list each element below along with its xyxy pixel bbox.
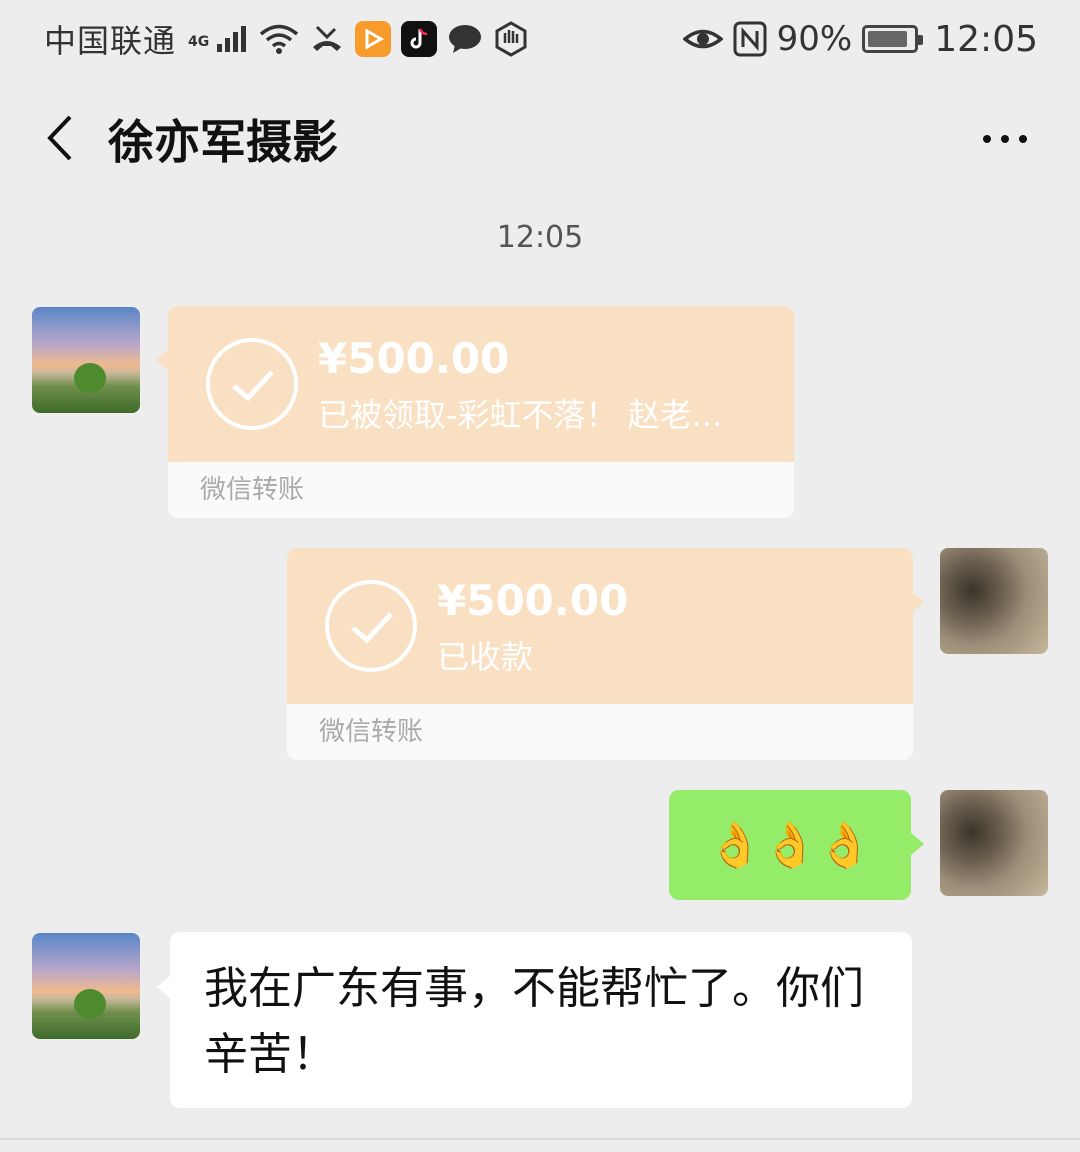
video-app-icon <box>355 21 392 57</box>
more-button[interactable] <box>970 114 1040 164</box>
chevron-left-icon <box>47 115 72 161</box>
hand-icon <box>493 21 529 57</box>
chat-title: 徐亦军摄影 <box>108 115 338 169</box>
avatar-tree <box>74 363 106 393</box>
transfer-body: ¥500.00 已收款 <box>287 548 913 704</box>
back-button[interactable] <box>30 108 90 168</box>
transfer-note: 已被领取-彩虹不落！ 赵老... <box>318 396 723 434</box>
message-icon <box>447 23 483 55</box>
avatar[interactable] <box>940 548 1048 654</box>
transfer-card[interactable]: ¥500.00 已被领取-彩虹不落！ 赵老... 微信转账 <box>168 306 794 518</box>
status-left: 中国联通 4G <box>44 16 529 62</box>
message-text-line: 辛苦！ <box>204 1029 336 1080</box>
chat-header: 徐亦军摄影 <box>0 78 1080 198</box>
more-icon <box>983 135 991 143</box>
message-bubble[interactable]: 我在广东有事，不能帮忙了。你们 辛苦！ <box>170 932 912 1108</box>
transfer-amount: ¥500.00 <box>437 576 629 625</box>
missed-call-icon <box>309 23 345 55</box>
check-icon <box>206 338 298 430</box>
carrier-label: 中国联通 <box>44 22 177 60</box>
message-text-line: 我在广东有事，不能帮忙了。你们 <box>204 963 864 1014</box>
status-bar: 中国联通 4G 90% 12:05 <box>0 0 1080 78</box>
transfer-footer: 微信转账 <box>168 462 794 518</box>
transfer-footer: 微信转账 <box>287 704 913 760</box>
avatar[interactable] <box>32 307 140 413</box>
transfer-body: ¥500.00 已被领取-彩虹不落！ 赵老... <box>168 306 794 462</box>
status-clock: 12:05 <box>934 18 1038 60</box>
divider <box>0 1138 1080 1140</box>
more-icon-dot <box>1019 135 1027 143</box>
eye-icon <box>682 24 723 54</box>
more-icon-dot <box>1001 135 1009 143</box>
chat-timestamp: 12:05 <box>496 220 584 255</box>
battery-icon <box>862 25 924 53</box>
check-icon <box>325 580 417 672</box>
transfer-note: 已收款 <box>437 638 534 676</box>
message-bubble[interactable]: 👌👌👌 <box>669 790 911 900</box>
avatar[interactable] <box>940 790 1048 896</box>
bubble-tail <box>157 975 171 999</box>
network-type-label: 4G <box>188 34 210 50</box>
transfer-card[interactable]: ¥500.00 已收款 微信转账 <box>287 548 913 760</box>
transfer-amount: ¥500.00 <box>318 334 510 383</box>
wifi-icon <box>259 23 299 55</box>
tiktok-icon <box>401 21 438 57</box>
nfc-icon <box>733 21 767 57</box>
avatar-tree <box>74 989 106 1019</box>
signal-icon <box>215 24 249 54</box>
battery-percent: 90% <box>776 19 853 59</box>
message-text: 👌👌👌 <box>707 820 873 871</box>
avatar[interactable] <box>32 933 140 1039</box>
bubble-tail <box>910 832 924 856</box>
status-right: 90% 12:05 <box>682 18 1038 60</box>
